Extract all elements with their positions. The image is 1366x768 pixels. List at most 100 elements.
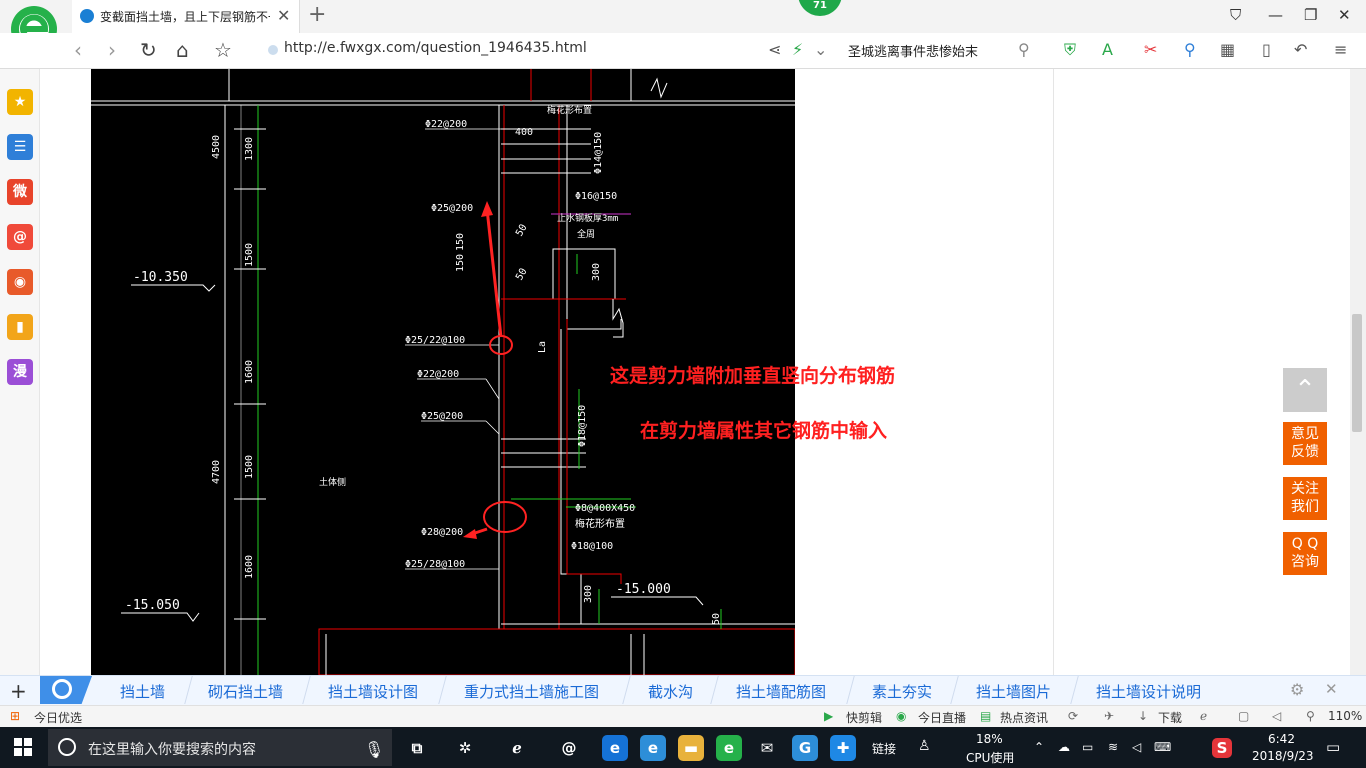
tray-expand-icon[interactable]: ⌃	[1034, 740, 1044, 754]
live-icon: ◉	[896, 709, 907, 723]
fan-app-icon[interactable]: ✲	[452, 735, 478, 761]
tag-item[interactable]: 重力式挡土墙施工图	[464, 681, 599, 702]
sound-icon[interactable]: ◁	[1272, 709, 1281, 723]
menu-icon[interactable]: ≡	[1334, 40, 1347, 59]
undo-icon[interactable]: ↶	[1294, 40, 1307, 59]
browser-e-icon[interactable]: ℯ	[504, 735, 530, 761]
scrollbar-thumb[interactable]	[1352, 314, 1362, 432]
chevron-down-icon[interactable]: ⌄	[814, 40, 827, 59]
tagbar-close-icon[interactable]: ✕	[1325, 680, 1338, 698]
gift-icon[interactable]: ⊞	[10, 709, 20, 723]
share-icon[interactable]: ⋖	[768, 40, 781, 59]
swirl-app-icon[interactable]: @	[556, 735, 582, 761]
feedback-button[interactable]: 意见 反馈	[1283, 422, 1327, 465]
rebar-22-200-top: Φ22@200	[425, 119, 467, 130]
new-tab-button[interactable]: +	[308, 2, 326, 27]
zoom-level[interactable]: 110%	[1328, 709, 1362, 723]
waterstop-label: 止水钢板厚3mm	[557, 212, 618, 224]
zoom-icon[interactable]: ⚲	[1306, 709, 1315, 723]
sidebar-weibo-icon[interactable]: 微	[7, 179, 33, 205]
follow-us-button[interactable]: 关注 我们	[1283, 477, 1327, 520]
add-tag-plus-icon[interactable]: +	[10, 679, 27, 703]
rebar-25-200-upper: Φ25@200	[431, 203, 473, 214]
window-icon[interactable]: ▢	[1238, 709, 1249, 723]
tag-item[interactable]: 砌石挡土墙	[208, 681, 283, 702]
home-icon[interactable]: ⌂	[176, 38, 189, 62]
tag-item[interactable]: 挡土墙设计说明	[1096, 681, 1201, 702]
mail-envelope-icon[interactable]: ✉	[754, 735, 780, 761]
tag-item[interactable]: 挡土墙	[120, 681, 165, 702]
tag-item[interactable]: 挡土墙图片	[976, 681, 1051, 702]
back-icon[interactable]: ‹	[74, 38, 82, 62]
lightning-icon[interactable]: ⚡	[792, 40, 803, 59]
tag-item[interactable]: 挡土墙配筋图	[736, 681, 826, 702]
battery-icon[interactable]: ▭	[1082, 740, 1093, 754]
pin-icon[interactable]: ✈	[1104, 709, 1114, 723]
scissors-icon[interactable]: ✂	[1144, 40, 1157, 59]
tagbar-settings-gear-icon[interactable]: ⚙	[1290, 680, 1304, 699]
volume-icon[interactable]: ◁	[1132, 740, 1141, 754]
windows-start-icon[interactable]	[14, 738, 32, 756]
sidebar-favorites-star-icon[interactable]: ★	[7, 89, 33, 115]
file-explorer-icon[interactable]: ▬	[678, 735, 704, 761]
tag-item[interactable]: 挡土墙设计图	[328, 681, 418, 702]
rebar-25-22-100: Φ25/22@100	[405, 335, 465, 346]
task-view-icon[interactable]: ⧉	[404, 735, 430, 761]
sogou-ime-icon[interactable]: S	[1212, 738, 1232, 758]
green-browser-icon[interactable]: e	[716, 735, 742, 761]
tag-item[interactable]: 截水沟	[648, 681, 693, 702]
live-link[interactable]: 今日直播	[918, 709, 966, 726]
plus-app-icon[interactable]: ✚	[830, 735, 856, 761]
tag-item[interactable]: 素土夯实	[872, 681, 932, 702]
browser-tab-active[interactable]: 变截面挡土墙，且上下层钢筋不一 ✕	[72, 0, 300, 33]
keyboard-icon[interactable]: ⌨	[1154, 740, 1171, 754]
clock-date[interactable]: 2018/9/23	[1252, 749, 1314, 763]
forward-icon[interactable]: ›	[108, 38, 116, 62]
elevation-right: -15.000	[616, 582, 671, 597]
favorite-star-icon[interactable]: ☆	[214, 38, 232, 62]
quick-edit-link[interactable]: 快剪辑	[846, 709, 882, 726]
dim-50-a: 50	[514, 223, 530, 239]
rebar-18-100: Φ18@100	[571, 541, 613, 552]
download-link[interactable]: 下载	[1158, 709, 1182, 726]
g-app-icon[interactable]: G	[792, 735, 818, 761]
qq-consult-button[interactable]: Q Q 咨询	[1283, 532, 1327, 575]
sidebar-book-icon[interactable]: ▮	[7, 314, 33, 340]
today-picks-link[interactable]: 今日优选	[34, 709, 82, 726]
sidebar-game-icon[interactable]: ◉	[7, 269, 33, 295]
magnifier-icon[interactable]: ⚲	[1184, 40, 1196, 59]
taskbar-search-input[interactable]: 在这里输入你要搜索的内容	[48, 729, 392, 766]
clock-time[interactable]: 6:42	[1268, 732, 1295, 746]
refresh-icon[interactable]: ↻	[140, 38, 157, 62]
tab-close-icon[interactable]: ✕	[277, 6, 290, 25]
sidebar-mail-icon[interactable]: @	[7, 224, 33, 250]
wifi-icon[interactable]: ≋	[1108, 740, 1118, 754]
people-icon[interactable]: ♙	[918, 738, 931, 754]
reader-icon[interactable]: ▯	[1262, 40, 1271, 59]
search-icon[interactable]: ⚲	[1018, 40, 1030, 59]
shield-icon[interactable]: ⛨	[1064, 40, 1076, 60]
minimize-button[interactable]: —	[1268, 6, 1283, 24]
microphone-icon[interactable]: 🎙	[364, 740, 384, 759]
action-center-icon[interactable]: ▭	[1326, 738, 1340, 756]
close-window-button[interactable]: ✕	[1338, 6, 1351, 24]
dim-1600-lower: 1600	[244, 555, 255, 579]
qq-line1: Q Q	[1291, 536, 1319, 552]
sidebar-news-icon[interactable]: ☰	[7, 134, 33, 160]
soil-side-label: 土体侧	[319, 476, 346, 488]
maximize-button[interactable]: ❐	[1304, 6, 1317, 24]
ie-mode-icon[interactable]: ℯ	[1200, 709, 1207, 723]
tray-cloud-icon[interactable]: ☁	[1058, 740, 1070, 754]
skin-icon[interactable]: ⛉	[1230, 6, 1241, 24]
apps-icon[interactable]: ▦	[1220, 40, 1235, 59]
edge-icon[interactable]: e	[602, 735, 628, 761]
back-to-top-button[interactable]: ⌃	[1283, 368, 1327, 412]
translate-icon[interactable]: A	[1102, 40, 1113, 59]
news-hot-icon: ▤	[980, 709, 992, 723]
hot-news-link[interactable]: 热点资讯	[1000, 709, 1048, 726]
sidebar-manga-icon[interactable]: 漫	[7, 359, 33, 385]
links-label[interactable]: 链接	[872, 740, 896, 757]
address-bar[interactable]: http://e.fwxgx.com/question_1946435.html	[268, 40, 748, 62]
sync-icon[interactable]: ⟳	[1068, 709, 1078, 723]
ie-icon[interactable]: e	[640, 735, 666, 761]
